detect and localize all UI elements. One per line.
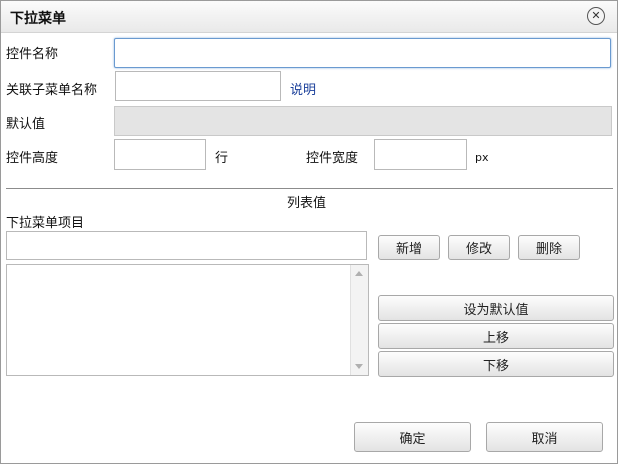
height-unit-label: 行	[215, 151, 229, 166]
move-up-button[interactable]: 上移	[378, 323, 614, 349]
delete-item-button[interactable]: 删除	[518, 235, 580, 260]
ok-button[interactable]: 确定	[354, 422, 471, 452]
default-value-label: 默认值	[6, 117, 46, 132]
list-values-heading: 列表值	[287, 196, 327, 211]
help-link[interactable]: 说明	[290, 79, 316, 98]
add-item-button[interactable]: 新增	[378, 235, 440, 260]
control-height-input[interactable]	[114, 139, 206, 170]
default-value-input	[114, 106, 612, 136]
control-name-input[interactable]	[114, 38, 611, 68]
list-scrollbar[interactable]	[350, 265, 368, 375]
dialog-titlebar: 下拉菜单 ✕	[1, 1, 617, 33]
edit-item-button[interactable]: 修改	[448, 235, 510, 260]
dropdown-item-input[interactable]	[6, 231, 367, 260]
dropdown-items-label: 下拉菜单项目	[6, 216, 85, 231]
assoc-submenu-label: 关联子菜单名称	[6, 83, 98, 98]
control-name-label: 控件名称	[6, 47, 59, 62]
close-icon[interactable]: ✕	[587, 7, 605, 25]
assoc-submenu-input[interactable]	[115, 71, 281, 101]
control-width-label: 控件宽度	[306, 151, 359, 166]
cancel-button[interactable]: 取消	[486, 422, 603, 452]
width-unit-label: px	[475, 151, 489, 164]
move-down-button[interactable]: 下移	[378, 351, 614, 377]
scroll-down-arrow-icon[interactable]	[355, 364, 363, 369]
control-width-input[interactable]	[374, 139, 467, 170]
set-default-button[interactable]: 设为默认值	[378, 295, 614, 321]
control-height-label: 控件高度	[6, 151, 59, 166]
scroll-up-arrow-icon[interactable]	[355, 271, 363, 276]
section-divider	[6, 188, 613, 189]
dialog-title: 下拉菜单	[10, 11, 66, 27]
dropdown-items-list[interactable]	[6, 264, 369, 376]
dropdown-menu-dialog: 下拉菜单 ✕ 控件名称 关联子菜单名称 说明 默认值 控件高度 行 控件宽度 p…	[0, 0, 618, 464]
